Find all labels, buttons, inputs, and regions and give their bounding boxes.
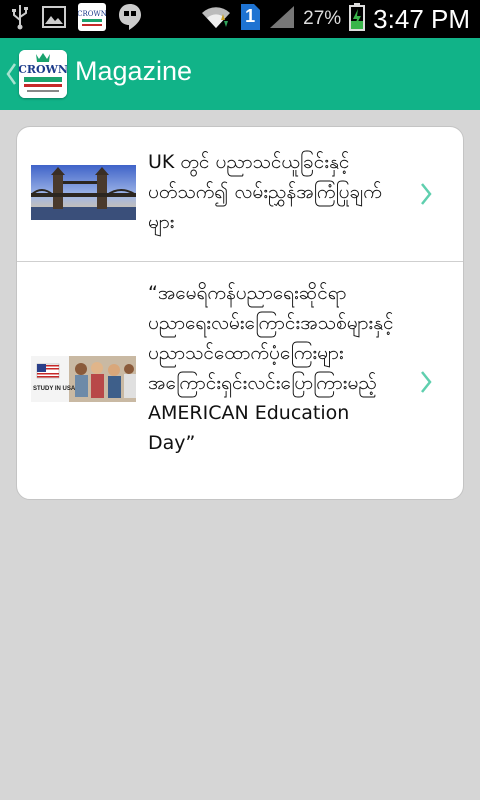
- wifi-icon: [201, 4, 231, 34]
- svg-text:CROWN: CROWN: [78, 10, 106, 18]
- article-thumbnail: STUDY IN USA: [31, 356, 136, 402]
- sim-icon: 1: [239, 3, 261, 35]
- crown-app-icon: CROWN: [77, 3, 107, 35]
- status-left: CROWN: [10, 3, 142, 35]
- article-list: UK တွင် ပညာသင်ယူခြင်းနှင့် ပတ်သက်၍ လမ်းည…: [16, 126, 464, 500]
- usb-icon: [10, 4, 30, 34]
- svg-text:CROWN: CROWN: [19, 63, 67, 76]
- chevron-right-icon: [419, 370, 433, 394]
- article-thumbnail: [30, 165, 137, 220]
- article-title: “အမေရိကန်ပညာရေးဆိုင်ရာ ပညာရေးလမ်းကြောင်း…: [148, 282, 394, 454]
- chevron-right-icon: [419, 182, 433, 206]
- page-title: Magazine: [75, 56, 193, 86]
- article-title: UK တွင် ပညာသင်ယူခြင်းနှင့် ပတ်သက်၍ လမ်းည…: [148, 151, 382, 233]
- article-row[interactable]: UK တွင် ပညာသင်ယူခြင်းနှင့် ပတ်သက်၍ လမ်းည…: [17, 127, 463, 262]
- status-bar: CROWN 1 27% 3:47 PM: [0, 0, 480, 38]
- hangouts-icon: [118, 3, 142, 35]
- action-bar: CROWN Magazine: [0, 38, 480, 110]
- app-logo[interactable]: CROWN: [19, 50, 67, 98]
- battery-percent: 27%: [303, 8, 342, 29]
- sim-badge: 1: [245, 6, 256, 26]
- clock: 3:47 PM: [373, 3, 470, 34]
- gallery-icon: [42, 6, 66, 32]
- battery-icon: [349, 3, 366, 35]
- status-right: 1 27% 3:47 PM: [201, 0, 470, 38]
- signal-icon: [269, 5, 295, 33]
- thumbnail-caption: STUDY IN USA: [33, 386, 76, 392]
- chevron-left-icon[interactable]: [5, 62, 19, 86]
- article-row[interactable]: STUDY IN USA “အမေရိကန်ပညာရေးဆိုင်ရာ ပညာရ…: [17, 262, 463, 499]
